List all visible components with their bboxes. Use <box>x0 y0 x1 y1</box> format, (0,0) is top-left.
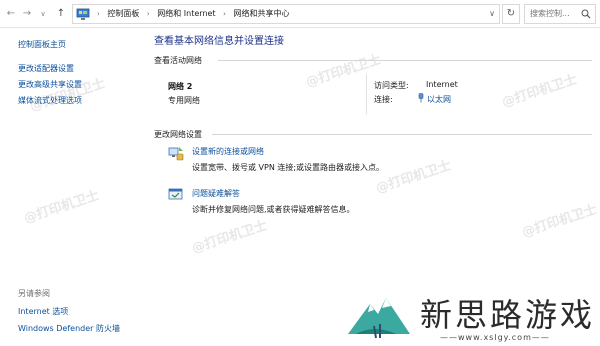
active-networks-header: 查看活动网络 <box>154 56 202 65</box>
setup-new-connection-desc: 设置宽带、拨号或 VPN 连接;或设置路由器或接入点。 <box>192 163 385 172</box>
search-icon <box>581 9 591 19</box>
new-connection-icon <box>168 147 184 161</box>
breadcrumb-network-internet[interactable]: 网络和 Internet <box>157 9 215 18</box>
forward-button[interactable]: → <box>20 6 34 22</box>
refresh-button[interactable]: ↻ <box>502 4 520 24</box>
network-type: 专用网络 <box>168 96 200 105</box>
breadcrumb-control-panel[interactable]: 控制面板 <box>107 9 139 18</box>
up-button[interactable]: ↑ <box>54 6 68 22</box>
control-panel-icon <box>76 8 90 20</box>
left-panel: 控制面板主页 更改适配器设置 更改高级共享设置 媒体流式处理选项 另请参阅 In… <box>0 28 150 346</box>
see-also-label: 另请参阅 <box>18 289 50 298</box>
access-type-value: Internet <box>426 80 458 89</box>
troubleshoot-icon <box>168 188 183 200</box>
troubleshoot-problems-desc: 诊断并修复网络问题,或者获得疑难解答信息。 <box>192 205 355 214</box>
ethernet-icon <box>418 93 424 103</box>
section-divider <box>212 134 592 135</box>
breadcrumb: › 控制面板 › 网络和 Internet › 网络和共享中心 <box>97 9 290 18</box>
network-divider <box>366 74 367 114</box>
link-change-adapter-settings[interactable]: 更改适配器设置 <box>18 63 74 74</box>
link-internet-options[interactable]: Internet 选项 <box>18 306 68 317</box>
link-change-advanced-sharing[interactable]: 更改高级共享设置 <box>18 79 82 90</box>
breadcrumb-network-sharing-center[interactable]: 网络和共享中心 <box>233 9 289 18</box>
address-dropdown-button[interactable]: ∨ <box>485 5 499 23</box>
recent-locations-button[interactable]: ∨ <box>36 6 50 22</box>
link-control-panel-home[interactable]: 控制面板主页 <box>18 39 66 50</box>
page-title: 查看基本网络信息并设置连接 <box>154 36 284 47</box>
link-media-streaming-options[interactable]: 媒体流式处理选项 <box>18 95 82 106</box>
search-input[interactable]: 搜索控制... <box>524 4 596 24</box>
access-type-label: 访问类型: <box>374 81 409 90</box>
change-settings-header: 更改网络设置 <box>154 130 202 139</box>
section-divider <box>218 60 592 61</box>
network-name: 网络 2 <box>168 82 193 91</box>
address-toolbar: ← → ∨ ↑ › 控制面板 › 网络和 Internet › 网络和共享中心 … <box>0 0 600 28</box>
link-windows-defender-firewall[interactable]: Windows Defender 防火墙 <box>18 323 120 334</box>
brand-url: ——www.xslgy.com—— <box>440 333 550 342</box>
address-bar[interactable]: › 控制面板 › 网络和 Internet › 网络和共享中心 ∨ <box>72 4 500 24</box>
troubleshoot-problems-link[interactable]: 问题疑难解答 <box>192 188 240 199</box>
brand-name: 新思路游戏 <box>420 296 596 334</box>
back-button[interactable]: ← <box>4 6 18 22</box>
setup-new-connection-link[interactable]: 设置新的连接或网络 <box>192 146 264 157</box>
search-placeholder: 搜索控制... <box>530 9 570 18</box>
brand-logo <box>348 298 410 339</box>
connections-label: 连接: <box>374 95 393 104</box>
ethernet-connection-link[interactable]: 以太网 <box>427 94 451 105</box>
